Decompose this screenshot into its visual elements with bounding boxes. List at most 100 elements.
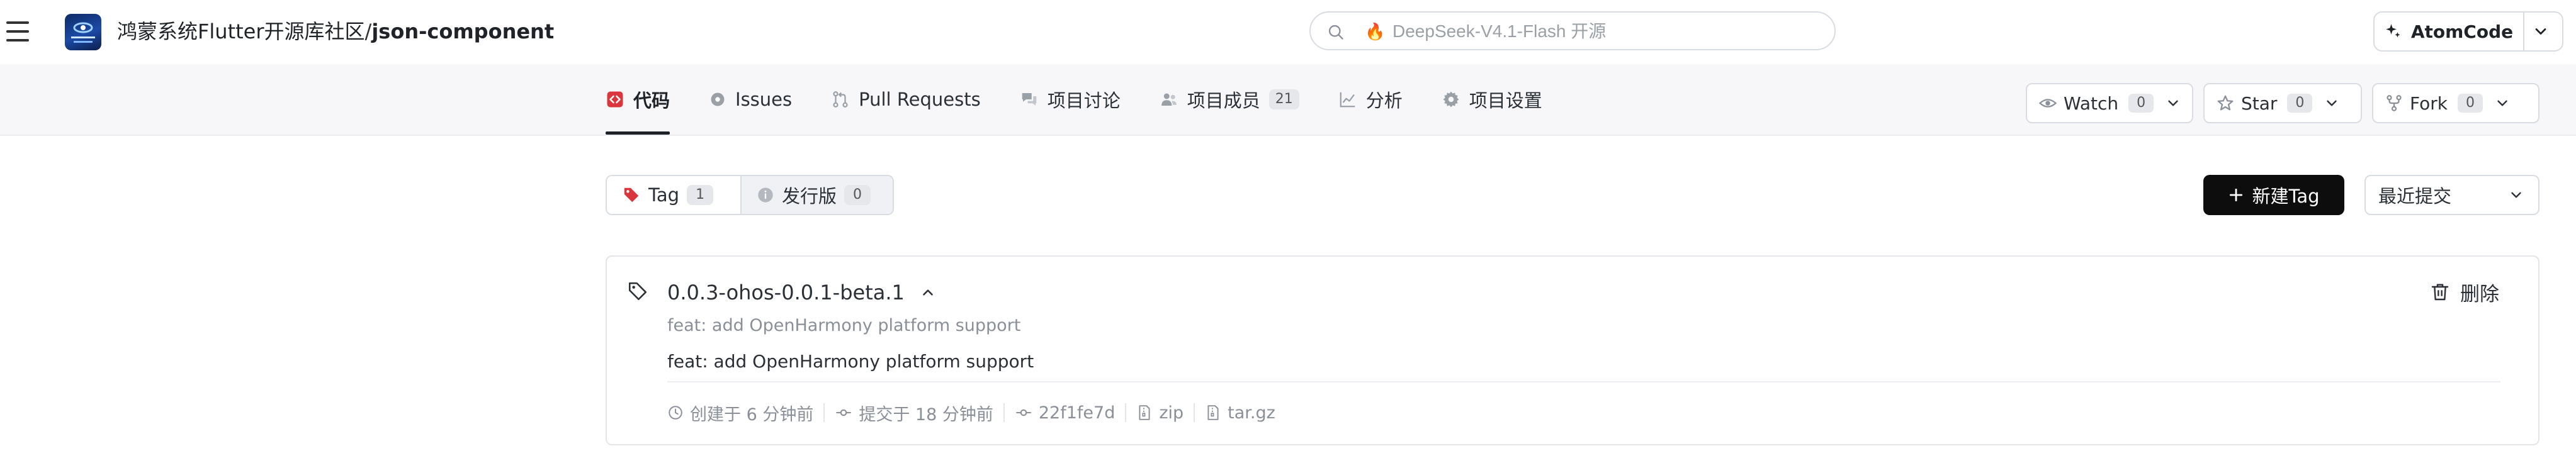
tag-tab-label: Tag xyxy=(648,184,680,206)
commit-hash: 22f1fe7d xyxy=(1038,403,1116,423)
issue-icon xyxy=(711,92,725,106)
atomcode-button[interactable]: AtomCode xyxy=(2373,11,2563,52)
tab-label: 代码 xyxy=(633,90,670,111)
new-tag-label: 新建Tag xyxy=(2252,186,2320,207)
watch-label: Watch xyxy=(2064,92,2119,114)
info-icon xyxy=(758,187,773,203)
commit-icon xyxy=(1016,409,1031,416)
tab-label: 分析 xyxy=(1365,90,1403,111)
tab-label: Issues xyxy=(735,89,793,110)
commit-icon xyxy=(836,409,852,416)
chevron-down-icon[interactable] xyxy=(2532,23,2550,40)
star-icon xyxy=(2217,95,2234,111)
tag-message: feat: add OpenHarmony platform support xyxy=(667,351,1034,372)
tag-icon xyxy=(624,187,639,203)
divider xyxy=(2523,13,2524,50)
created-time: 创建于 6 分钟前 xyxy=(667,401,813,425)
atomcode-main[interactable]: AtomCode xyxy=(2375,13,2523,50)
tab-issues[interactable]: Issues xyxy=(709,64,792,135)
fork-icon xyxy=(2387,95,2402,111)
watch-main[interactable]: Watch 0 xyxy=(2027,84,2162,122)
separator xyxy=(823,403,825,422)
tab-pull-requests[interactable]: Pull Requests xyxy=(831,64,981,135)
tag-meta: 创建于 6 分钟前 提交于 18 分钟前 22f1fe7d zip tar.gz xyxy=(667,400,1275,425)
release-count-badge: 0 xyxy=(844,185,871,205)
search-input[interactable] xyxy=(1393,18,1821,45)
breadcrumb: 鸿蒙系统Flutter开源库社区/json-component xyxy=(117,16,554,47)
tag-name: 0.0.3-ohos-0.0.1-beta.1 xyxy=(667,281,905,304)
tab-analysis[interactable]: 分析 xyxy=(1338,64,1403,135)
repo-tabs: 代码 Issues Pull Requests 项目讨论 项目成员 21 分析 … xyxy=(606,64,1581,135)
eye-icon xyxy=(2038,99,2057,108)
sparkle-icon xyxy=(2386,24,2400,38)
watch-button[interactable]: Watch 0 xyxy=(2026,83,2193,123)
chevron-up-icon xyxy=(923,289,933,296)
tag-count-badge: 1 xyxy=(687,185,714,205)
tab-members[interactable]: 项目成员 21 xyxy=(1160,64,1299,135)
release-tab-label: 发行版 xyxy=(782,186,837,207)
tab-label: Pull Requests xyxy=(859,89,981,110)
committed-time: 提交于 18 分钟前 xyxy=(835,401,993,425)
commit-hash-link[interactable]: 22f1fe7d xyxy=(1015,403,1115,423)
atomcode-label: AtomCode xyxy=(2410,21,2514,42)
chart-icon xyxy=(1340,92,1355,108)
code-icon xyxy=(607,91,623,108)
fork-label: Fork xyxy=(2410,92,2448,114)
menu-icon[interactable] xyxy=(6,19,31,44)
star-button[interactable]: Star 0 xyxy=(2203,83,2362,123)
download-zip-link[interactable]: zip xyxy=(1136,403,1183,423)
tab-code[interactable]: 代码 xyxy=(606,64,670,135)
top-bar: 鸿蒙系统Flutter开源库社区/json-component 🔥 AtomCo… xyxy=(0,0,2576,64)
separator xyxy=(1194,403,1195,422)
tab-tags[interactable]: Tag 1 xyxy=(607,176,740,214)
new-tag-button[interactable]: 新建Tag xyxy=(2203,175,2344,215)
tag-subtitle: feat: add OpenHarmony platform support xyxy=(667,316,1021,335)
tag-release-switch: Tag 1 发行版 0 xyxy=(606,175,894,215)
tag-name-toggle[interactable]: 0.0.3-ohos-0.0.1-beta.1 xyxy=(667,278,936,307)
star-label: Star xyxy=(2241,92,2278,114)
chevron-down-icon xyxy=(2511,192,2521,198)
zip-label: zip xyxy=(1159,403,1184,423)
gear-icon xyxy=(1443,91,1459,108)
committed-text: 提交于 18 分钟前 xyxy=(859,404,993,425)
chevron-down-icon[interactable] xyxy=(2165,95,2181,111)
plus-icon xyxy=(2230,188,2243,202)
tab-label: 项目设置 xyxy=(1469,90,1542,111)
tab-settings[interactable]: 项目设置 xyxy=(1442,64,1542,135)
fork-main[interactable]: Fork 0 xyxy=(2373,84,2492,122)
targz-label: tar.gz xyxy=(1228,403,1275,423)
repo-name-link[interactable]: json-component xyxy=(371,20,554,43)
separator xyxy=(1125,403,1127,422)
repo-avatar[interactable] xyxy=(65,14,101,50)
breadcrumb-separator: / xyxy=(364,20,372,43)
pull-request-icon xyxy=(833,91,848,108)
fork-count: 0 xyxy=(2457,94,2483,113)
divider xyxy=(667,381,2500,382)
star-main[interactable]: Star 0 xyxy=(2205,84,2321,122)
archive-file-icon xyxy=(1207,405,1219,420)
star-count: 0 xyxy=(2287,94,2313,113)
tag-card: 0.0.3-ohos-0.0.1-beta.1 feat: add OpenHa… xyxy=(606,255,2539,445)
created-text: 创建于 6 分钟前 xyxy=(690,404,814,425)
tab-discussions[interactable]: 项目讨论 xyxy=(1020,64,1121,135)
members-icon xyxy=(1161,93,1177,106)
sort-label: 最近提交 xyxy=(2378,186,2452,207)
separator xyxy=(1003,403,1005,422)
download-targz-link[interactable]: tar.gz xyxy=(1205,403,1275,423)
chevron-down-icon[interactable] xyxy=(2324,95,2340,111)
org-link[interactable]: 鸿蒙系统Flutter开源库社区 xyxy=(117,20,365,43)
global-search[interactable]: 🔥 xyxy=(1309,11,1836,50)
chevron-down-icon[interactable] xyxy=(2494,95,2511,111)
tag-outline-icon xyxy=(628,282,647,301)
fork-button[interactable]: Fork 0 xyxy=(2372,83,2539,123)
discussion-icon xyxy=(1022,93,1036,106)
search-icon xyxy=(1328,25,1343,40)
zip-file-icon xyxy=(1139,405,1150,420)
tab-label: 项目讨论 xyxy=(1047,90,1121,111)
repo-nav: 代码 Issues Pull Requests 项目讨论 项目成员 21 分析 … xyxy=(0,64,2576,136)
tab-releases[interactable]: 发行版 0 xyxy=(740,176,893,214)
delete-label: 删除 xyxy=(2460,282,2499,306)
members-count-badge: 21 xyxy=(1268,89,1299,109)
delete-tag-button[interactable]: 删除 xyxy=(2430,277,2499,307)
sort-select[interactable]: 最近提交 xyxy=(2364,175,2539,215)
